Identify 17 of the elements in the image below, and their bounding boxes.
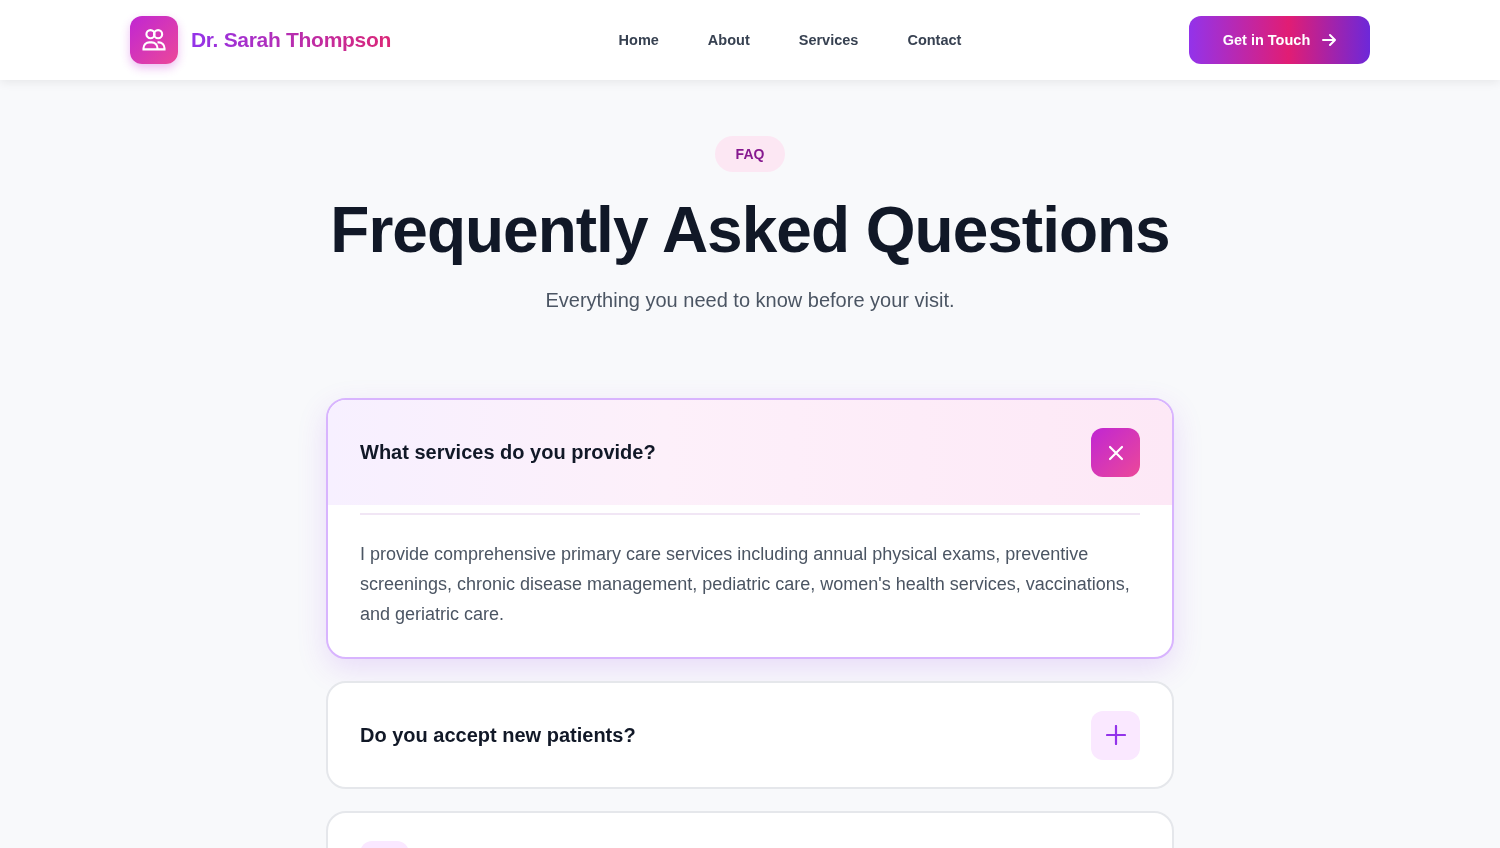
page-subtitle: Everything you need to know before your visit.: [545, 288, 955, 313]
nav-link[interactable]: Contact: [907, 32, 962, 48]
faq-answer: I provide comprehensive primary care services including annual physical exams, preventive screenings, chronic disease management, pediatric care, women's health services, vaccinations, and geriatric care.: [359, 543, 1131, 626]
faq-question[interactable]: What services do you provide?: [360, 441, 656, 464]
toggle-button[interactable]: [1091, 428, 1140, 477]
nav-link[interactable]: About: [707, 32, 750, 48]
nav-link[interactable]: Services: [798, 32, 859, 48]
arrow-right-icon: [1322, 33, 1337, 47]
close-icon: [1107, 444, 1124, 461]
page-title: Frequently Asked Questions: [330, 193, 1170, 268]
faq-question[interactable]: Do you accept new patients?: [360, 723, 636, 747]
faq-badge: FAQ: [714, 136, 786, 172]
nav-link[interactable]: Home: [618, 32, 659, 48]
plus-icon: [1105, 725, 1126, 745]
logo-icon: [130, 16, 178, 64]
toggle-button[interactable]: [1091, 710, 1140, 760]
get-in-touch-button[interactable]: Get in Touch: [1189, 16, 1370, 64]
